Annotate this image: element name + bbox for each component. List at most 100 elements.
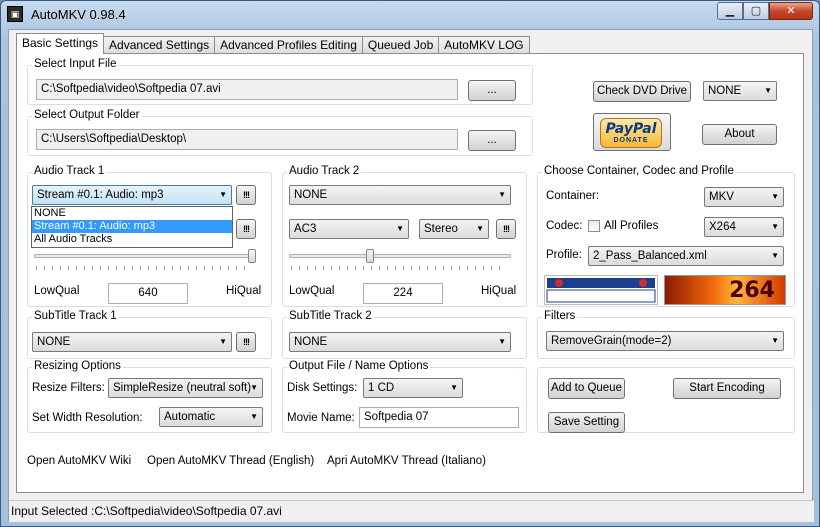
tab-queued-job[interactable]: Queued Job — [361, 36, 440, 54]
resizing-options-group: Resizing Options Resize Filters: SimpleR… — [27, 360, 272, 433]
codec-value: X264 — [709, 221, 736, 233]
audio-track-1-dropdown-list: NONE Stream #0.1: Audio: mp3 All Audio T… — [31, 206, 233, 248]
subtitle-track-1-title: SubTitle Track 1 — [32, 310, 119, 322]
chevron-down-icon: ▼ — [771, 336, 779, 345]
container-codec-profile-title: Choose Container, Codec and Profile — [542, 165, 736, 177]
audio-track-1-select[interactable]: Stream #0.1: Audio: mp3 ▼ — [32, 185, 232, 205]
codec-label: Codec: — [546, 220, 583, 232]
paypal-logo: PayPal DONATE — [600, 118, 662, 148]
dropdown-option[interactable]: NONE — [32, 207, 232, 220]
chevron-down-icon: ▼ — [250, 412, 258, 421]
app-icon: ▣ — [7, 6, 23, 22]
chevron-down-icon: ▼ — [771, 192, 779, 201]
set-width-label: Set Width Resolution: — [32, 412, 143, 424]
audio-track-2-channels-select[interactable]: Stereo ▼ — [419, 219, 489, 239]
subtitle-track-1-select[interactable]: NONE ▼ — [32, 332, 232, 352]
title-bar[interactable]: ▣ AutoMKV 0.98.4 ▁ ▢ ✕ — [1, 1, 819, 29]
audio-track-2-quality-slider[interactable] — [289, 249, 511, 263]
audio-track-2-codec-select[interactable]: AC3 ▼ — [289, 219, 409, 239]
container-select[interactable]: MKV ▼ — [704, 187, 784, 207]
audio-track-1-high-label: HiQual — [226, 285, 262, 297]
paypal-logo-text: PayPal — [605, 121, 657, 137]
disk-settings-select[interactable]: 1 CD ▼ — [363, 378, 463, 398]
disk-settings-value: 1 CD — [368, 382, 395, 394]
paypal-donate-text: DONATE — [613, 137, 649, 144]
resize-filters-label: Resize Filters: — [32, 382, 105, 394]
codec-select[interactable]: X264 ▼ — [704, 217, 784, 237]
tab-advanced-profiles-editing[interactable]: Advanced Profiles Editing — [214, 36, 363, 54]
subtitle-track-2-select[interactable]: NONE ▼ — [289, 332, 511, 352]
set-width-value: Automatic — [164, 411, 216, 423]
profile-value: 2_Pass_Balanced.xml — [593, 250, 707, 262]
audio-track-2-low-label: LowQual — [289, 285, 335, 297]
chevron-down-icon: ▼ — [450, 383, 458, 392]
audio-track-2-channels-value: Stereo — [424, 223, 458, 235]
audio-track-1-quality-slider[interactable] — [34, 249, 256, 263]
status-bar: Input Selected :C:\Softpedia\video\Softp… — [9, 500, 814, 522]
input-file-path-field[interactable]: C:\Softpedia\video\Softpedia 07.avi — [36, 79, 458, 100]
audio-track-1-options-button[interactable]: !!! — [236, 185, 256, 205]
automkv-thread-english-link[interactable]: Open AutoMKV Thread (English) — [147, 455, 314, 467]
x264-logo-text: 264 — [729, 278, 775, 303]
slider-thumb[interactable] — [248, 249, 256, 263]
subtitle-track-1-value: NONE — [37, 336, 71, 348]
input-browse-button[interactable]: ... — [468, 80, 516, 101]
subtitle-track-1-options-button[interactable]: !!! — [236, 332, 256, 352]
start-encoding-button[interactable]: Start Encoding — [673, 378, 781, 399]
maximize-button[interactable]: ▢ — [743, 2, 769, 20]
client-area: Basic Settings Advanced Settings Advance… — [8, 29, 814, 522]
audio-track-2-group: Audio Track 2 NONE ▼ AC3 ▼ Stereo ▼ !!! Low… — [282, 165, 527, 307]
input-file-group: Select Input File C:\Softpedia\video\Sof… — [27, 58, 533, 105]
minimize-button[interactable]: ▁ — [717, 2, 743, 20]
audio-track-2-options-button[interactable]: !!! — [496, 219, 516, 239]
dropdown-option-selected[interactable]: Stream #0.1: Audio: mp3 — [32, 220, 232, 233]
chevron-down-icon: ▼ — [498, 337, 506, 346]
check-dvd-drive-button[interactable]: Check DVD Drive — [593, 81, 691, 102]
chevron-down-icon: ▼ — [771, 251, 779, 260]
x264-logo: 264 — [664, 275, 786, 305]
audio-track-1-bitrate-field[interactable]: 640 — [108, 283, 188, 304]
audio-track-1-value: Stream #0.1: Audio: mp3 — [37, 189, 164, 201]
movie-name-field[interactable]: Softpedia 07 — [359, 407, 519, 428]
audio-track-2-title: Audio Track 2 — [287, 165, 362, 177]
all-profiles-checkbox[interactable] — [588, 220, 600, 232]
resize-filters-select[interactable]: SimpleResize (neutral soft) ▼ — [108, 378, 263, 398]
chevron-down-icon: ▼ — [771, 222, 779, 231]
dropdown-option[interactable]: All Audio Tracks — [32, 233, 232, 246]
slider-ticks — [291, 266, 507, 270]
resize-filters-value: SimpleResize (neutral soft) — [113, 382, 252, 394]
automkv-thread-italiano-link[interactable]: Apri AutoMKV Thread (Italiano) — [327, 455, 486, 467]
input-file-group-title: Select Input File — [32, 58, 119, 70]
dvd-drive-select[interactable]: NONE ▼ — [703, 81, 777, 101]
filters-select[interactable]: RemoveGrain(mode=2) ▼ — [546, 331, 784, 351]
about-button[interactable]: About — [702, 124, 777, 145]
tab-basic-settings[interactable]: Basic Settings — [16, 33, 105, 54]
filters-value: RemoveGrain(mode=2) — [551, 335, 672, 347]
audio-track-1-codec-options-button[interactable]: !!! — [236, 219, 256, 239]
automkv-wiki-link[interactable]: Open AutoMKV Wiki — [27, 455, 131, 467]
audio-track-2-bitrate-field[interactable]: 224 — [363, 283, 443, 304]
save-setting-button[interactable]: Save Setting — [548, 412, 625, 433]
tab-automkv-log[interactable]: AutoMKV LOG — [438, 36, 530, 54]
close-button[interactable]: ✕ — [769, 2, 813, 20]
chevron-down-icon: ▼ — [219, 190, 227, 199]
profile-label: Profile: — [546, 249, 582, 261]
paypal-donate-button[interactable]: PayPal DONATE — [593, 113, 671, 151]
chevron-down-icon: ▼ — [764, 86, 772, 95]
movie-name-label: Movie Name: — [287, 412, 355, 424]
chevron-down-icon: ▼ — [396, 224, 404, 233]
set-width-select[interactable]: Automatic ▼ — [159, 407, 263, 427]
add-to-queue-button[interactable]: Add to Queue — [548, 378, 625, 399]
slider-ticks — [36, 266, 252, 270]
chevron-down-icon: ▼ — [219, 337, 227, 346]
tab-advanced-settings[interactable]: Advanced Settings — [103, 36, 216, 54]
disk-settings-label: Disk Settings: — [287, 382, 358, 394]
container-value: MKV — [709, 191, 734, 203]
audio-track-2-select[interactable]: NONE ▼ — [289, 185, 511, 205]
profile-select[interactable]: 2_Pass_Balanced.xml ▼ — [588, 246, 784, 266]
slider-thumb[interactable] — [366, 249, 374, 263]
output-browse-button[interactable]: ... — [468, 130, 516, 151]
output-folder-path-field[interactable]: C:\Users\Softpedia\Desktop\ — [36, 129, 458, 150]
dvd-drive-value: NONE — [708, 85, 742, 97]
basic-settings-panel: Select Input File C:\Softpedia\video\Sof… — [16, 53, 804, 493]
